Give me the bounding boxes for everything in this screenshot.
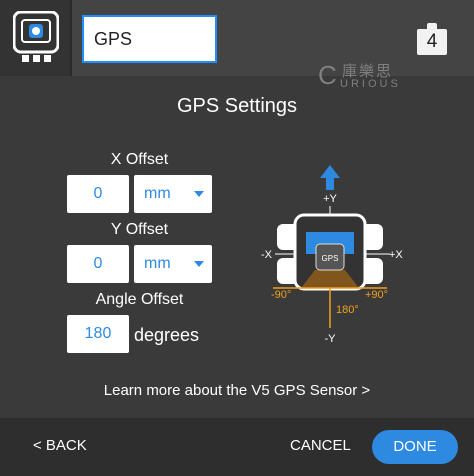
y-offset-unit-select[interactable]: mm	[134, 245, 212, 283]
forward-arrow-icon	[320, 165, 340, 190]
chevron-down-icon	[194, 261, 204, 267]
y-offset-unit-value: mm	[144, 255, 171, 272]
page-title: GPS Settings	[176, 95, 298, 117]
angle-right-label: +90°	[365, 289, 388, 301]
x-offset-label: X Offset	[110, 151, 169, 168]
chevron-down-icon	[194, 191, 204, 197]
footer-bar: < BACK CANCEL DONE	[0, 418, 474, 476]
plus-x-label: +X	[389, 249, 403, 261]
angle-offset-input[interactable]	[67, 315, 129, 353]
y-offset-input[interactable]	[67, 245, 129, 283]
gps-sensor-label: GPS	[322, 254, 339, 263]
angle-left-label: -90°	[271, 289, 291, 301]
x-offset-unit-select[interactable]: mm	[134, 175, 212, 213]
device-name-input[interactable]	[82, 15, 217, 63]
watermark-en-text: URIOUS	[340, 78, 401, 90]
minus-y-label: -Y	[325, 333, 337, 345]
port-badge: 4	[417, 23, 447, 57]
watermark: C 庫樂思 URIOUS	[318, 60, 408, 94]
angle-unit-label: degrees	[134, 325, 200, 345]
angle-bottom-label: 180°	[336, 304, 359, 316]
x-offset-input[interactable]	[67, 175, 129, 213]
gps-settings-dialog: 4 C 庫樂思 URIOUS GPS Settings X Offset mm …	[0, 0, 474, 476]
cancel-button[interactable]: CANCEL	[290, 437, 351, 454]
device-icon-panel	[0, 0, 72, 76]
y-offset-label: Y Offset	[110, 221, 169, 238]
plus-y-label: +Y	[323, 193, 337, 205]
x-offset-unit-value: mm	[144, 185, 171, 202]
angle-offset-label: Angle Offset	[95, 291, 184, 308]
done-button[interactable]: DONE	[372, 430, 458, 464]
port-number: 4	[417, 29, 447, 55]
vex-device-icon	[13, 11, 59, 62]
watermark-logo: C	[318, 60, 337, 90]
back-button[interactable]: < BACK	[33, 437, 87, 454]
learn-more-link[interactable]: Learn more about the V5 GPS Sensor >	[0, 382, 474, 399]
gps-orientation-diagram: +Y GPS -X +X -90° +90° 180° -Y	[261, 165, 403, 345]
minus-x-label: -X	[261, 249, 273, 261]
